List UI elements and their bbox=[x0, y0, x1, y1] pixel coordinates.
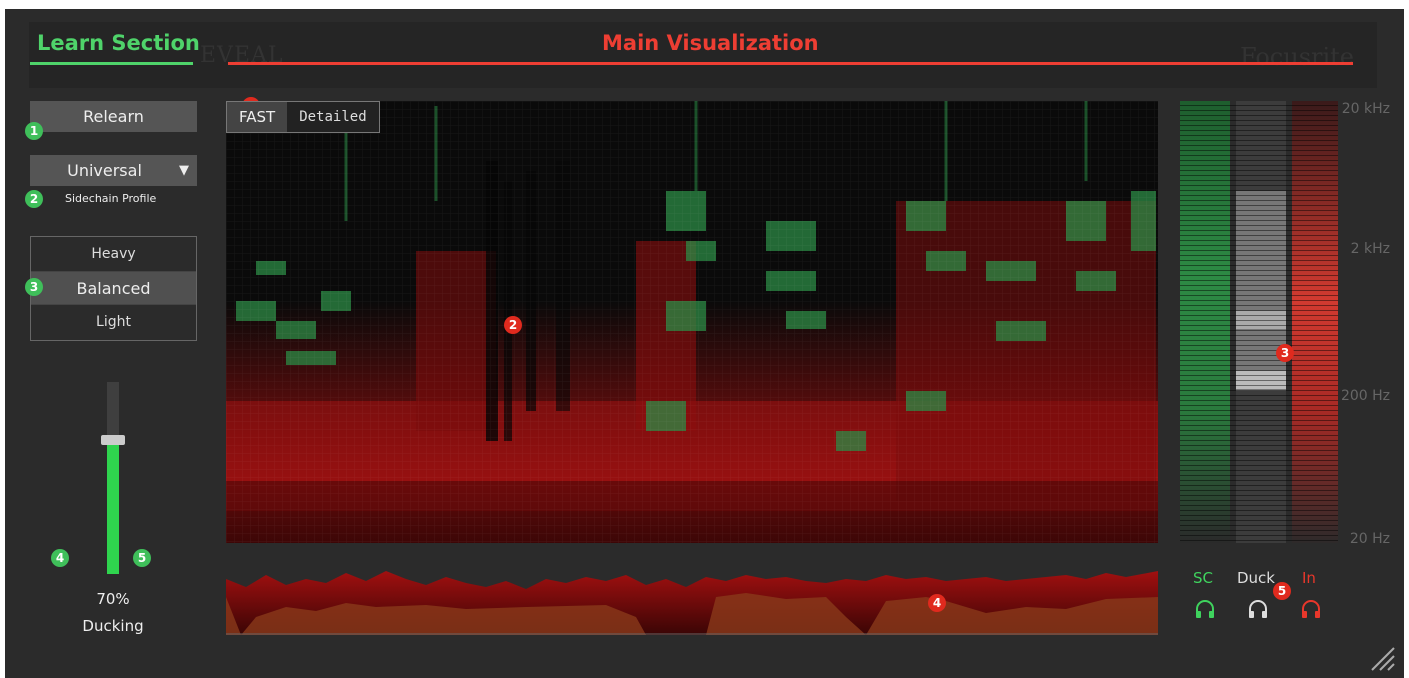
freq-label-200: 200 Hz bbox=[1340, 388, 1390, 404]
ducking-value: 70% bbox=[96, 590, 130, 608]
ducking-waveform bbox=[226, 571, 1158, 635]
headphones-icon[interactable] bbox=[1194, 599, 1216, 619]
freq-label-2k: 2 kHz bbox=[1350, 241, 1390, 257]
amount-option-heavy[interactable]: Heavy bbox=[31, 237, 196, 271]
learn-section-title: Learn Section bbox=[37, 31, 200, 55]
chevron-down-icon: ▼ bbox=[179, 163, 189, 178]
amount-option-light[interactable]: Light bbox=[31, 305, 196, 339]
freq-label-20k: 20 kHz bbox=[1341, 101, 1390, 117]
badge-red-5: 5 bbox=[1273, 582, 1291, 600]
amount-option-balanced[interactable]: Balanced bbox=[31, 271, 196, 305]
spectrogram-graphic bbox=[226, 101, 1158, 543]
badge-red-2: 2 bbox=[504, 316, 522, 334]
badge-green-5: 5 bbox=[133, 549, 151, 567]
badge-green-3: 3 bbox=[25, 278, 43, 296]
resize-grip-icon[interactable] bbox=[1366, 642, 1396, 672]
fast-mode-button[interactable]: FAST bbox=[227, 102, 288, 132]
detailed-mode-button[interactable]: Detailed bbox=[287, 102, 379, 132]
profile-value: Universal bbox=[67, 161, 142, 180]
badge-green-2: 2 bbox=[25, 190, 43, 208]
headphones-icon[interactable] bbox=[1300, 599, 1322, 619]
badge-red-4: 4 bbox=[928, 594, 946, 612]
freq-label-20: 20 Hz bbox=[1349, 531, 1390, 547]
level-meters bbox=[1180, 101, 1338, 543]
speed-toggle: FAST Detailed bbox=[226, 101, 380, 133]
relearn-button[interactable]: Relearn bbox=[30, 101, 197, 132]
badge-green-4: 4 bbox=[51, 549, 69, 567]
badge-green-1: 1 bbox=[25, 122, 43, 140]
brand-logo: Focusrite bbox=[1240, 43, 1354, 71]
badge-red-3: 3 bbox=[1276, 344, 1294, 362]
sidechain-profile-dropdown[interactable]: Universal ▼ bbox=[30, 155, 197, 186]
spectrogram-display bbox=[226, 101, 1158, 543]
ducking-slider-thumb[interactable] bbox=[101, 435, 125, 445]
learn-amount-selector: Heavy Balanced Light bbox=[30, 236, 197, 341]
sidechain-profile-label: Sidechain Profile bbox=[65, 192, 157, 205]
duck-label: Duck bbox=[1237, 569, 1275, 587]
main-visualization-underline bbox=[228, 62, 1353, 65]
main-visualization-title: Main Visualization bbox=[602, 31, 819, 55]
plugin-window: EVEAL Focusrite Learn Section Main Visua… bbox=[5, 9, 1404, 678]
in-label: In bbox=[1302, 569, 1316, 587]
sc-label: SC bbox=[1193, 569, 1213, 587]
learn-section-underline bbox=[30, 62, 193, 65]
headphones-icon[interactable] bbox=[1247, 599, 1269, 619]
ducking-slider-fill bbox=[107, 440, 119, 574]
ducking-label: Ducking bbox=[82, 617, 144, 635]
